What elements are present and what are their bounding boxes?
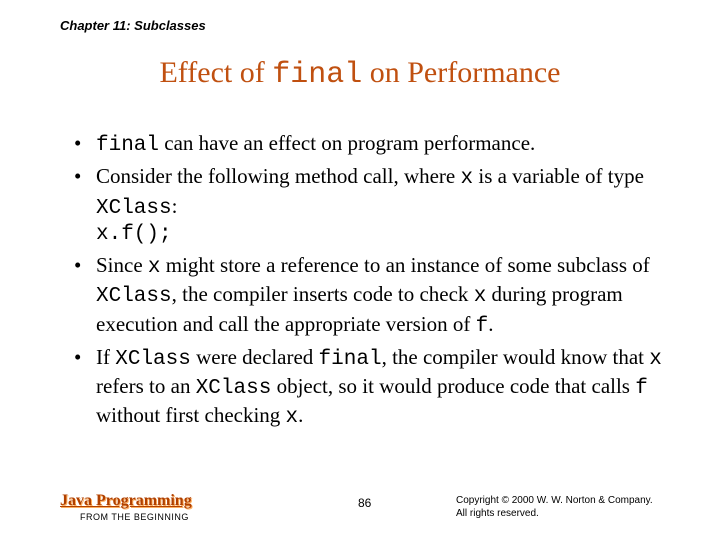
- b4-pre: If: [96, 345, 115, 369]
- chapter-header: Chapter 11: Subclasses: [60, 18, 206, 33]
- b3-code3: x: [474, 285, 487, 308]
- b3-mid1: might store a reference to an instance o…: [161, 253, 650, 277]
- copyright-line2: All rights reserved.: [456, 508, 539, 519]
- b2-code2: XClass: [96, 197, 172, 220]
- b4-mid6: .: [298, 403, 303, 427]
- b4-code2: final: [319, 348, 382, 371]
- footer: Java Programming FROM THE BEGINNING 86 C…: [60, 492, 670, 528]
- copyright-line1: Copyright © 2000 W. W. Norton & Company.: [456, 495, 653, 506]
- title-pre: Effect of: [159, 56, 272, 89]
- b2-mid1: is a variable of type: [473, 164, 644, 188]
- b4-code6: x: [286, 406, 299, 429]
- b4-mid3: refers to an: [96, 374, 196, 398]
- b3-code4: f: [476, 315, 489, 338]
- bullet-4: If XClass were declared final, the compi…: [68, 344, 668, 432]
- slide-title: Effect of final on Performance: [0, 56, 720, 92]
- copyright: Copyright © 2000 W. W. Norton & Company.…: [456, 494, 653, 520]
- b4-mid5: without first checking: [96, 403, 286, 427]
- b1-post: can have an effect on program performanc…: [159, 131, 535, 155]
- b4-code5: f: [635, 377, 648, 400]
- book-title: Java Programming: [60, 492, 192, 510]
- title-post: on Performance: [362, 56, 560, 89]
- b2-code1: x: [461, 167, 474, 190]
- page-number: 86: [358, 496, 371, 510]
- b2-mid2: :: [172, 194, 178, 218]
- slide-content: final can have an effect on program perf…: [68, 130, 668, 436]
- book-subtitle: FROM THE BEGINNING: [80, 512, 189, 522]
- b2-codeline: x.f();: [96, 222, 668, 248]
- title-code: final: [272, 58, 362, 92]
- b4-code3: x: [649, 348, 662, 371]
- b2-pre: Consider the following method call, wher…: [96, 164, 461, 188]
- b4-mid1: were declared: [191, 345, 319, 369]
- b3-mid2: , the compiler inserts code to check: [172, 282, 474, 306]
- b4-code1: XClass: [115, 348, 191, 371]
- b3-mid4: .: [488, 312, 493, 336]
- b1-code: final: [96, 134, 159, 157]
- b4-mid2: , the compiler would know that: [382, 345, 650, 369]
- b4-mid4: object, so it would produce code that ca…: [271, 374, 635, 398]
- bullet-3: Since x might store a reference to an in…: [68, 252, 668, 340]
- b3-code2: XClass: [96, 285, 172, 308]
- b3-code1: x: [148, 256, 161, 279]
- b4-code4: XClass: [196, 377, 272, 400]
- b3-pre: Since: [96, 253, 148, 277]
- bullet-2: Consider the following method call, wher…: [68, 163, 668, 248]
- bullet-1: final can have an effect on program perf…: [68, 130, 668, 159]
